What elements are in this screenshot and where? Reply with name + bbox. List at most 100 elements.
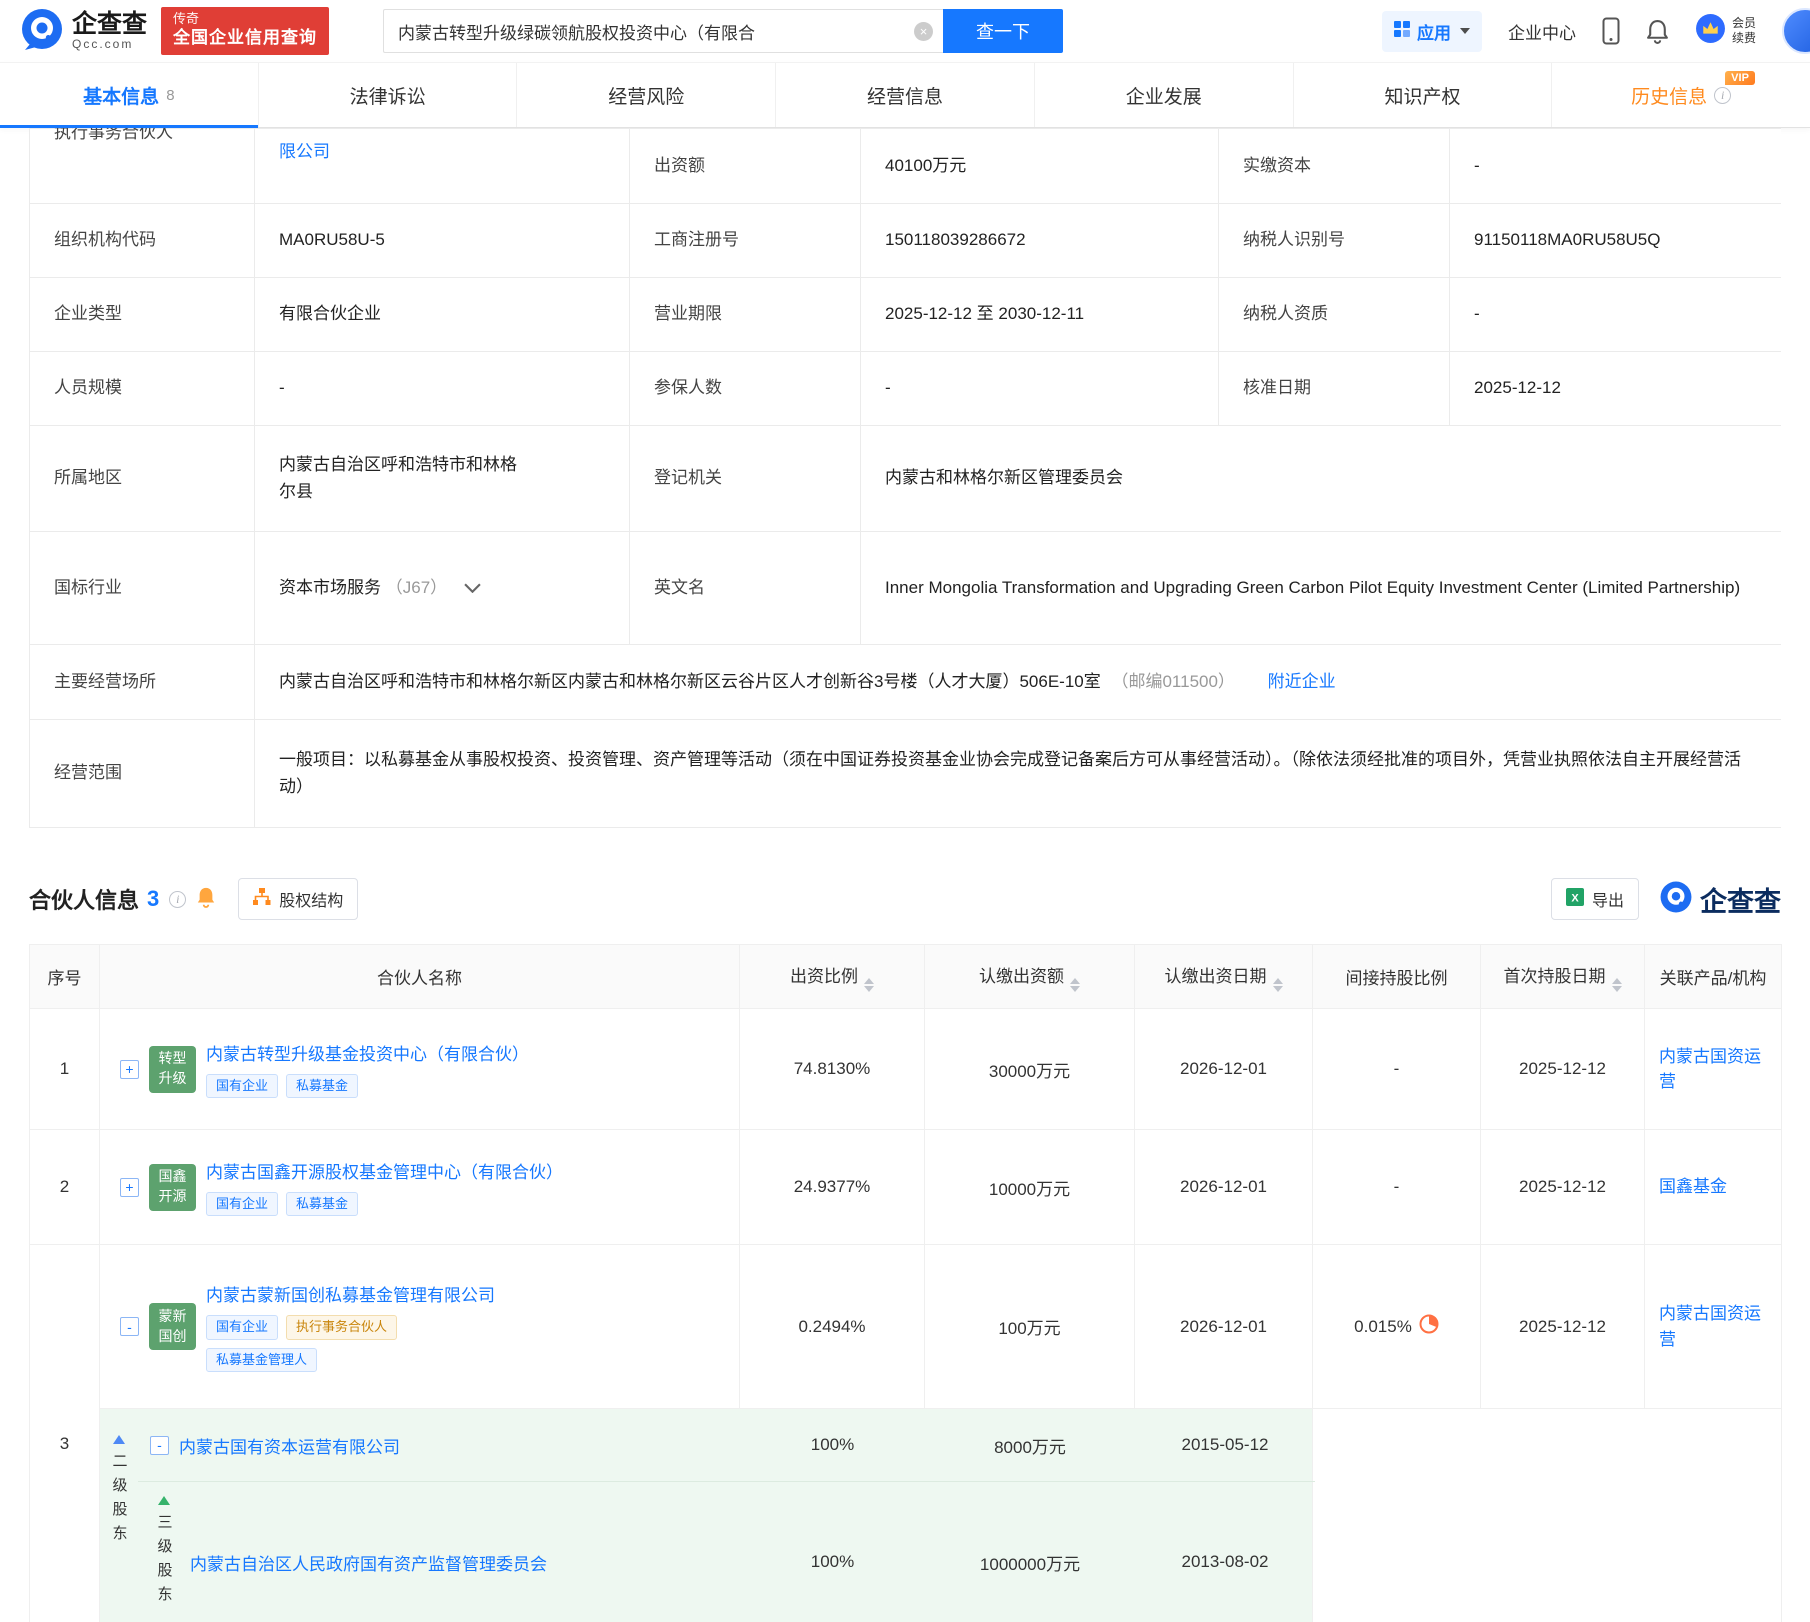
partner-badge: 转型 升级 [149,1046,196,1093]
sort-icon[interactable] [1273,978,1283,992]
excel-icon: X [1566,888,1584,911]
field-value: - [1450,129,1782,204]
apps-grid-icon [1394,21,1410,42]
qcc-logo[interactable]: 企查查 Qcc.com [20,7,147,56]
avatar[interactable] [1782,8,1810,54]
nearby-companies-link[interactable]: 附近企业 [1268,672,1336,691]
ratio-cell: 100% [740,1435,925,1455]
header-amount[interactable]: 认缴出资额 [925,945,1135,1009]
level-3-strip: 三级股东 [146,1482,182,1622]
indirect-cell: - [1313,1130,1481,1245]
search-input[interactable] [384,10,943,52]
clear-icon[interactable] [914,22,933,41]
tab-count: 8 [166,87,174,104]
export-label: 导出 [1592,887,1624,911]
related-product-link[interactable]: 内蒙古国资运营 [1659,1304,1761,1349]
tab-bar: 基本信息 8 法律诉讼 经营风险 经营信息 企业发展 知识产权 历史信息 VIP [0,62,1810,128]
equity-structure-button[interactable]: 股权结构 [238,878,358,920]
amount-cell: 8000万元 [925,1433,1135,1458]
field-label: 国标行业 [30,532,255,645]
amount-cell: 30000万元 [925,1009,1135,1130]
section-count: 3 [147,886,159,912]
sort-icon[interactable] [864,978,874,992]
tab-operating-risk[interactable]: 经营风险 [517,63,776,127]
ratio-cell: 0.2494% [740,1245,925,1409]
topbar: 企查查 Qcc.com 传奇 全国企业信用查询 查一下 [0,0,1810,62]
amount-cell: 10000万元 [925,1130,1135,1245]
collapse-button[interactable]: - [150,1436,169,1455]
shareholder-name-link[interactable]: 内蒙古自治区人民政府国有资产监督管理委员会 [190,1550,547,1575]
field-value: 有限合伙企业 [255,278,630,352]
collapse-triangle-icon[interactable] [158,1496,170,1505]
collapse-triangle-icon[interactable] [113,1435,125,1444]
field-label: 营业期限 [630,278,861,352]
tab-label: 经营风险 [608,82,684,109]
ratio-cell: 24.9377% [740,1130,925,1245]
field-label: 英文名 [630,532,861,645]
tab-enterprise-development[interactable]: 企业发展 [1035,63,1294,127]
header-ratio[interactable]: 出资比例 [740,945,925,1009]
notification-bell-icon[interactable] [1646,19,1669,44]
sort-icon[interactable] [1612,978,1622,992]
tag-private-fund: 私募基金 [286,1074,358,1098]
first-date-cell: 2025-12-12 [1481,1130,1645,1245]
ratio-cell: 74.8130% [740,1009,925,1130]
field-value: MA0RU58U-5 [255,204,630,278]
vip-renew-button[interactable]: 会员 续费 [1695,13,1756,49]
tab-basic-info[interactable]: 基本信息 8 [0,63,259,127]
mobile-app-icon[interactable] [1602,17,1620,45]
header-first-date[interactable]: 首次持股日期 [1481,945,1645,1009]
empty-cell [1313,1409,1782,1622]
penetration-icon[interactable] [1419,1314,1439,1339]
first-date-cell: 2025-12-12 [1481,1009,1645,1130]
qcc-brand-mark: 企查查 [1659,880,1781,919]
expand-button[interactable]: + [120,1178,139,1197]
tab-label: 法律诉讼 [350,82,426,109]
search-button[interactable]: 查一下 [943,9,1063,53]
qcc-logo-icon [20,7,64,56]
tab-operating-info[interactable]: 经营信息 [776,63,1035,127]
shareholder-name-link[interactable]: 内蒙古国有资本运营有限公司 [179,1433,400,1458]
apps-menu[interactable]: 应用 [1382,11,1482,52]
tab-intellectual-property[interactable]: 知识产权 [1294,63,1553,127]
info-row: 主要经营场所 内蒙古自治区呼和浩特市和林格尔新区内蒙古和林格尔新区云谷片区人才创… [30,645,1782,720]
apps-label: 应用 [1417,19,1451,44]
collapse-button[interactable]: - [120,1317,139,1336]
alert-bell-icon[interactable] [196,886,216,913]
field-value: - [1450,278,1782,352]
tab-history-info[interactable]: 历史信息 VIP [1552,63,1810,127]
partner-badge: 蒙新 国创 [149,1303,196,1350]
info-row: 企业类型 有限合伙企业 营业期限 2025-12-12 至 2030-12-11… [30,278,1782,352]
info-icon[interactable] [169,891,186,908]
sub-shareholder-row: 三级股东 内蒙古自治区人民政府国有资产监督管理委员会 100% 1000000万… [138,1482,1315,1622]
row-number: 1 [30,1009,100,1130]
chevron-down-icon [1460,28,1470,34]
tag-fund-manager: 私募基金管理人 [206,1348,317,1372]
vip-badge: VIP [1725,71,1755,85]
field-value: 内蒙古自治区呼和浩特市和林格尔县 [279,452,529,505]
field-label: 组织机构代码 [30,204,255,278]
amount-cell: 100万元 [925,1245,1135,1409]
info-row: 组织机构代码 MA0RU58U-5 工商注册号 150118039286672 … [30,204,1782,278]
section-title: 合伙人信息 [29,883,139,915]
related-product-link[interactable]: 内蒙古国资运营 [1659,1047,1761,1092]
partner-badge: 国鑫 开源 [149,1164,196,1211]
related-product-link[interactable]: 国鑫基金 [1659,1177,1727,1196]
chevron-down-icon[interactable] [464,578,481,597]
export-button[interactable]: X 导出 [1551,878,1639,920]
partner-name-link[interactable]: 内蒙古国鑫开源股权基金管理中心（有限合伙） [206,1158,563,1183]
field-label: 登记机关 [630,426,861,532]
org-chart-icon [253,888,271,911]
partner-name-link[interactable]: 内蒙古蒙新国创私募基金管理有限公司 [206,1281,495,1306]
info-icon[interactable] [1714,87,1731,104]
tab-legal-proceedings[interactable]: 法律诉讼 [259,63,518,127]
field-label: 企业类型 [30,278,255,352]
expand-button[interactable]: + [120,1060,139,1079]
enterprise-center-link[interactable]: 企业中心 [1508,19,1576,44]
address-value: 内蒙古自治区呼和浩特市和林格尔新区内蒙古和林格尔新区云谷片区人才创新谷3号楼（人… [279,672,1101,691]
vip-renew-line2: 续费 [1732,31,1756,46]
header-date[interactable]: 认缴出资日期 [1135,945,1313,1009]
executive-partner-link[interactable]: 限公司 [279,139,330,165]
partner-name-link[interactable]: 内蒙古转型升级基金投资中心（有限合伙） [206,1040,529,1065]
sort-icon[interactable] [1070,978,1080,992]
